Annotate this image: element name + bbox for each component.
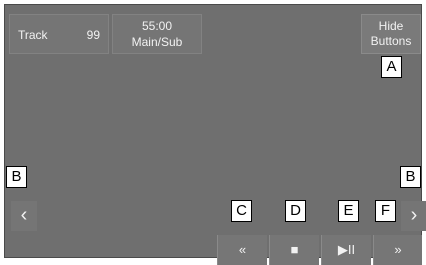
previous-chapter-button[interactable]: ‹ (11, 201, 37, 231)
callout-e: E (338, 200, 359, 222)
callout-b-right: B (400, 166, 421, 188)
hide-buttons-label-line2: Buttons (370, 34, 412, 48)
next-chapter-button[interactable]: › (401, 201, 426, 231)
play-pause-button[interactable]: ▶II (321, 235, 371, 265)
callout-a: A (381, 56, 402, 78)
fast-forward-icon: » (394, 242, 402, 257)
chevron-left-icon: ‹ (20, 204, 28, 226)
track-number: 99 (86, 28, 100, 42)
callout-f: F (375, 200, 396, 222)
time-info[interactable]: 55:00 Main/Sub (112, 14, 202, 54)
hide-buttons-button[interactable]: Hide Buttons (361, 14, 421, 54)
audio-mode: Main/Sub (131, 35, 183, 49)
track-info: Track 99 (9, 14, 109, 54)
callout-d: D (285, 200, 306, 222)
rewind-button[interactable]: « (217, 235, 267, 265)
chevron-right-icon: › (410, 204, 418, 226)
video-player-screen[interactable]: Track 99 55:00 Main/Sub Hide Buttons ‹ ›… (4, 4, 426, 265)
stop-icon: ■ (290, 242, 299, 257)
elapsed-time: 55:00 (141, 19, 173, 33)
hide-buttons-label-line1: Hide (378, 19, 404, 33)
callout-b-left: B (6, 166, 27, 188)
fast-forward-button[interactable]: » (373, 235, 422, 265)
stop-button[interactable]: ■ (269, 235, 319, 265)
callout-c: C (231, 200, 252, 222)
track-label: Track (18, 28, 48, 42)
play-pause-icon: ▶II (337, 242, 356, 257)
rewind-icon: « (238, 242, 247, 257)
